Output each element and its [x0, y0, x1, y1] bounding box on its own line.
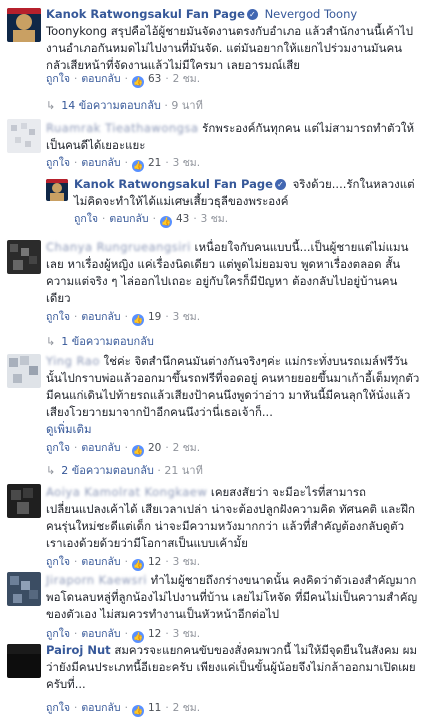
comment-body: Ruamrak Tieathawongsa รักพระองค์กันทุกคน…	[46, 120, 420, 154]
avatar[interactable]	[7, 484, 41, 518]
like-button[interactable]: ถูกใจ	[46, 702, 70, 714]
avatar[interactable]	[7, 644, 41, 678]
commenter-name[interactable]: Jiraporn Kaewsri	[46, 573, 147, 587]
mention-tag[interactable]: Nevergod Toony	[265, 7, 358, 21]
comment-body: Kanok Ratwongsakul Fan Page ✓ Nevergod To…	[46, 6, 420, 74]
like-count[interactable]: 20	[148, 442, 161, 454]
reply-button[interactable]: ตอบกลับ	[81, 157, 120, 169]
timestamp[interactable]: 2 ชม.	[173, 73, 200, 85]
avatar[interactable]	[7, 119, 41, 153]
avatar[interactable]	[46, 179, 68, 201]
thumbs-up-icon: 👍	[131, 76, 144, 88]
reply-arrow-icon: ↳	[46, 99, 56, 112]
view-replies-link[interactable]: ↳ 14 ข้อความตอบกลับ · 9 นาที	[46, 96, 203, 114]
reply-arrow-icon: ↳	[46, 335, 56, 348]
thumbs-up-icon: 👍	[131, 314, 144, 326]
like-count[interactable]: 12	[148, 628, 161, 640]
timestamp[interactable]: 3 ชม.	[173, 556, 200, 568]
like-button[interactable]: ถูกใจ	[46, 628, 70, 640]
comment-actions: ถูกใจ · ตอบกลับ · 👍 11 · 2 ชม.	[46, 702, 201, 717]
comment-body: Kanok Ratwongsakul Fan Page ✓ จริงด้วย...…	[74, 176, 420, 210]
view-replies-link[interactable]: ↳ 1 ข้อความตอบกลับ	[46, 332, 154, 350]
timestamp[interactable]: 3 ชม.	[173, 628, 200, 640]
comment-feed: Kanok Ratwongsakul Fan Page ✓ Nevergod To…	[0, 0, 426, 722]
comment-actions: ถูกใจ · ตอบกลับ · 👍 19 · 3 ชม.	[46, 311, 201, 326]
reply-arrow-icon: ↳	[46, 464, 56, 477]
commenter-name[interactable]: Chanya Rungrueangsiri	[46, 240, 191, 254]
avatar[interactable]	[7, 354, 41, 388]
timestamp[interactable]: 2 ชม.	[173, 702, 200, 714]
comment-actions: ถูกใจ · ตอบกลับ · 👍 12 · 3 ชม.	[46, 628, 201, 643]
avatar[interactable]	[7, 572, 41, 606]
thumbs-up-icon: 👍	[131, 559, 144, 571]
commenter-name[interactable]: Ying Rao	[46, 354, 100, 368]
comment-body: Chanya Rungrueangsiri เหนื่อยใจกับคนแบบน…	[46, 239, 420, 307]
reply-button[interactable]: ตอบกลับ	[81, 628, 120, 640]
see-more-link[interactable]: ดูเพิ่มเติม	[46, 421, 420, 438]
reply-button[interactable]: ตอบกลับ	[81, 73, 120, 85]
commenter-name[interactable]: Ruamrak Tieathawongsa	[46, 121, 199, 135]
reply-button[interactable]: ตอบกลับ	[81, 311, 120, 323]
avatar[interactable]	[7, 8, 41, 42]
comment-text: ใช่ค่ะ จิตสำนึกคนมันต่างกันจริงๆค่ะ แม่ก…	[46, 354, 420, 419]
reply-button[interactable]: ตอบกลับ	[81, 442, 120, 454]
timestamp[interactable]: 3 ชม.	[173, 311, 200, 323]
comment-text: Toonykong สรุปคือไอ้ผู้ชายมันจัดงานตรงกั…	[46, 24, 414, 72]
timestamp[interactable]: 3 ชม.	[201, 213, 228, 225]
comment-actions: ถูกใจ · ตอบกลับ · 👍 20 · 2 ชม.	[46, 442, 201, 457]
commenter-name[interactable]: Pairoj Nut	[46, 643, 111, 657]
reply-button[interactable]: ตอบกลับ	[81, 702, 120, 714]
reply-button[interactable]: ตอบกลับ	[81, 556, 120, 568]
like-count[interactable]: 21	[148, 157, 161, 169]
replies-count: 2 ข้อความตอบกลับ	[61, 464, 154, 477]
like-count[interactable]: 43	[176, 213, 189, 225]
replies-count: 1 ข้อความตอบกลับ	[61, 335, 154, 348]
like-count[interactable]: 19	[148, 311, 161, 323]
like-button[interactable]: ถูกใจ	[46, 73, 70, 85]
comment-body: Jiraporn Kaewsri ทำไมผู้ชายถึงกร่างขนาดน…	[46, 572, 420, 623]
replies-time: 9 นาที	[171, 99, 203, 112]
like-count[interactable]: 11	[148, 702, 161, 714]
commenter-name[interactable]: Kanok Ratwongsakul Fan Page	[46, 7, 245, 21]
like-button[interactable]: ถูกใจ	[46, 556, 70, 568]
comment-body: Aoiya Kamolrat Kongkaew เคยสงสัยว่า จะมี…	[46, 484, 420, 552]
thumbs-up-icon: 👍	[131, 445, 144, 457]
view-replies-link[interactable]: ↳ 2 ข้อความตอบกลับ · 21 นาที	[46, 461, 203, 479]
replies-time: 21 นาที	[164, 464, 203, 477]
like-count[interactable]: 12	[148, 556, 161, 568]
thumbs-up-icon: 👍	[131, 705, 144, 717]
comment-body: Pairoj Nut สมควรจะแยกคนขับของสั่งคมพวกนี…	[46, 642, 420, 693]
comment-actions: ถูกใจ · ตอบกลับ · 👍 43 · 3 ชม.	[74, 213, 229, 228]
thumbs-up-icon: 👍	[159, 216, 172, 228]
like-count[interactable]: 63	[148, 73, 161, 85]
timestamp[interactable]: 2 ชม.	[173, 442, 200, 454]
like-button[interactable]: ถูกใจ	[46, 311, 70, 323]
comment-actions: ถูกใจ · ตอบกลับ · 👍 63 · 2 ชม.	[46, 73, 201, 88]
commenter-name[interactable]: Kanok Ratwongsakul Fan Page	[74, 177, 273, 191]
like-button[interactable]: ถูกใจ	[46, 442, 70, 454]
thumbs-up-icon: 👍	[131, 160, 144, 172]
verified-icon: ✓	[274, 179, 286, 190]
comment-body: Ying Rao ใช่ค่ะ จิตสำนึกคนมันต่างกันจริง…	[46, 353, 420, 438]
replies-count: 14 ข้อความตอบกลับ	[61, 99, 161, 112]
reply-button[interactable]: ตอบกลับ	[109, 213, 148, 225]
timestamp[interactable]: 3 ชม.	[173, 157, 200, 169]
commenter-name[interactable]: Aoiya Kamolrat Kongkaew	[46, 485, 207, 499]
verified-icon: ✓	[246, 9, 258, 20]
like-button[interactable]: ถูกใจ	[46, 157, 70, 169]
comment-actions: ถูกใจ · ตอบกลับ · 👍 12 · 3 ชม.	[46, 556, 201, 571]
comment-actions: ถูกใจ · ตอบกลับ · 👍 21 · 3 ชม.	[46, 157, 201, 172]
like-button[interactable]: ถูกใจ	[74, 213, 98, 225]
avatar[interactable]	[7, 240, 41, 274]
